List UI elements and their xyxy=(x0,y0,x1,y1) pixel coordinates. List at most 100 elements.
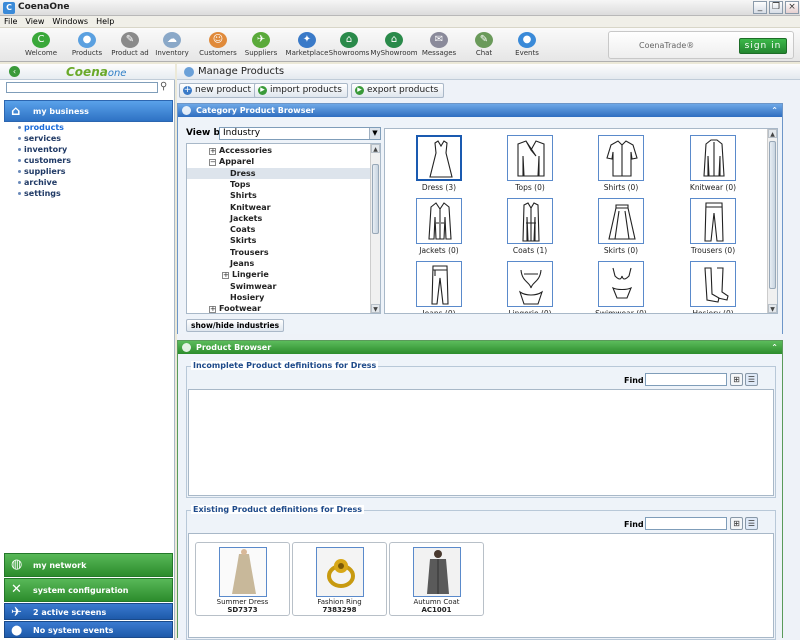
skirt-icon xyxy=(598,198,644,244)
category-tile-hosiery[interactable]: Hosiery (0) xyxy=(673,261,753,313)
category-tile-jeans[interactable]: Jeans (0) xyxy=(399,261,479,313)
tree-item-shirts[interactable]: Shirts xyxy=(187,190,257,201)
tree-item-tops[interactable]: Tops xyxy=(187,179,250,190)
search-icon[interactable]: ⚲ xyxy=(160,81,167,92)
chevron-down-icon: ▼ xyxy=(369,128,380,139)
product-card[interactable]: Autumn Coat AC1001 xyxy=(389,542,484,616)
category-tile-coat[interactable]: Coats (1) xyxy=(490,198,570,262)
nav-services[interactable]: services xyxy=(18,133,71,144)
tree-item-coats[interactable]: Coats xyxy=(187,224,255,235)
category-tile-dress[interactable]: Dress (3) xyxy=(399,135,479,199)
tree-expand-icon[interactable]: + xyxy=(209,148,216,155)
menu-file[interactable]: File xyxy=(0,16,21,27)
nav-archive[interactable]: archive xyxy=(18,177,71,188)
inventory-icon: ☁ xyxy=(163,32,181,48)
tree-item-hosiery[interactable]: Hosiery xyxy=(187,292,264,303)
tree-item-skirts[interactable]: Skirts xyxy=(187,235,256,246)
tree-expand-icon[interactable]: − xyxy=(209,159,216,167)
show-hide-industries-button[interactable]: show/hide industries xyxy=(186,319,285,332)
tree-item-knitwear[interactable]: Knitwear xyxy=(187,202,271,213)
category-tile-swimwear[interactable]: Swimwear (0) xyxy=(581,261,661,313)
tree-item-dress[interactable]: Dress xyxy=(187,167,370,179)
tree-scroll-thumb[interactable] xyxy=(372,164,379,234)
tree-expand-icon[interactable]: + xyxy=(209,306,216,313)
menu-windows[interactable]: Windows xyxy=(48,16,92,27)
section-my-network[interactable]: ◍ my network xyxy=(4,553,173,577)
product-card[interactable]: Fashion Ring 7383298 xyxy=(292,542,387,616)
collapse-icon[interactable]: ⌃ xyxy=(771,341,778,354)
category-tile-knitwear[interactable]: Knitwear (0) xyxy=(673,135,753,199)
category-tile-skirt[interactable]: Skirts (0) xyxy=(581,198,661,262)
tree-expand-icon[interactable]: + xyxy=(222,272,229,280)
find-label: Find xyxy=(624,376,644,385)
sign-in-button[interactable]: sign in xyxy=(739,38,787,54)
close-button[interactable]: × xyxy=(785,1,799,14)
nav-settings[interactable]: settings xyxy=(18,188,71,199)
myshowroom-icon: ⌂ xyxy=(385,32,403,48)
product-code: SD7373 xyxy=(227,606,258,614)
tree-item-trousers[interactable]: Trousers xyxy=(187,247,269,258)
scroll-up-arrow[interactable]: ▲ xyxy=(371,144,380,153)
list-view-icon[interactable]: ☰ xyxy=(745,373,758,386)
grid-view-icon[interactable]: ⊞ xyxy=(730,517,743,530)
business-nav: products services inventory customers su… xyxy=(18,122,71,199)
product-browser: Product Browser ⌃ Incomplete Product def… xyxy=(177,340,783,640)
toolbar-welcome-button[interactable]: C Welcome xyxy=(16,28,66,62)
grid-scrollbar[interactable]: ▲ ▼ xyxy=(767,129,777,313)
import-icon: ▸ xyxy=(258,86,267,95)
grid-scroll-down-arrow[interactable]: ▼ xyxy=(768,304,777,313)
autumn-coat-photo xyxy=(412,547,461,597)
new-product-button[interactable]: + new product xyxy=(179,83,258,98)
view-by-select[interactable]: Industry ▼ xyxy=(219,127,381,140)
nav-customers[interactable]: customers xyxy=(18,155,71,166)
tools-icon: ✕ xyxy=(11,582,22,597)
collapse-icon[interactable]: ⌃ xyxy=(771,104,778,117)
import-products-button[interactable]: ▸ import products xyxy=(254,83,348,98)
tree-item-swimwear[interactable]: Swimwear xyxy=(187,281,276,292)
grid-view-icon[interactable]: ⊞ xyxy=(730,373,743,386)
active-screens-bar[interactable]: ✈ 2 active screens xyxy=(4,603,173,620)
menu-help[interactable]: Help xyxy=(92,16,118,27)
tree-item-footwear[interactable]: + Footwear xyxy=(187,303,261,313)
category-tile-trousers[interactable]: Trousers (0) xyxy=(673,198,753,262)
product-card[interactable]: Summer Dress SD7373 xyxy=(195,542,290,616)
hosiery-icon xyxy=(690,261,736,307)
tree-item-jeans[interactable]: Jeans xyxy=(187,258,254,269)
list-view-icon[interactable]: ☰ xyxy=(745,517,758,530)
back-arrow-icon[interactable]: ‹ xyxy=(9,66,20,77)
grid-scroll-thumb[interactable] xyxy=(769,141,776,289)
nav-suppliers[interactable]: suppliers xyxy=(18,166,71,177)
toolbar-messages-button[interactable]: ✉ Messages xyxy=(414,28,464,62)
sidebar-search-input[interactable] xyxy=(6,82,158,93)
toolbar-events-button[interactable]: ● Events xyxy=(502,28,552,62)
export-icon: ▸ xyxy=(355,86,364,95)
nav-products[interactable]: products xyxy=(18,122,71,133)
product-browser-body: Incomplete Product definitions for Dress… xyxy=(178,354,782,640)
scroll-down-arrow[interactable]: ▼ xyxy=(371,304,380,313)
category-tile-shirt[interactable]: Shirts (0) xyxy=(581,135,661,199)
section-my-business[interactable]: ⌂ my business xyxy=(4,100,173,122)
nav-inventory[interactable]: inventory xyxy=(18,144,71,155)
category-tile-lingerie[interactable]: Lingerie (0) xyxy=(490,261,570,313)
toolbar-showrooms-button[interactable]: ⌂ Showrooms xyxy=(324,28,374,62)
tree-item-accessories[interactable]: + Accessories xyxy=(187,145,272,156)
minimize-button[interactable]: _ xyxy=(753,1,767,14)
find-input-incomplete[interactable] xyxy=(645,373,727,386)
maximize-button[interactable]: ❐ xyxy=(769,1,783,14)
system-events-bar[interactable]: ● No system events xyxy=(4,621,173,638)
toolbar-inventory-button[interactable]: ☁ Inventory xyxy=(147,28,197,62)
tree-item-lingerie[interactable]: + Lingerie xyxy=(187,269,269,280)
tree-scrollbar[interactable]: ▲ ▼ xyxy=(370,144,380,313)
export-products-button[interactable]: ▸ export products xyxy=(351,83,445,98)
find-input-existing[interactable] xyxy=(645,517,727,530)
grid-scroll-up-arrow[interactable]: ▲ xyxy=(768,129,777,138)
section-system-configuration[interactable]: ✕ system configuration xyxy=(4,578,173,602)
category-tile-jacket[interactable]: Jackets (0) xyxy=(399,198,479,262)
tree-item-jackets[interactable]: Jackets xyxy=(187,213,262,224)
toolbar-suppliers-button[interactable]: ✈ Suppliers xyxy=(236,28,286,62)
menu-view[interactable]: View xyxy=(21,16,48,27)
toolbar-myshowroom-button[interactable]: ⌂ MyShowroom xyxy=(369,28,419,62)
coenatrade-label: CoenaTrade® xyxy=(639,41,695,50)
category-tile-top[interactable]: Tops (0) xyxy=(490,135,570,199)
tree-item-apparel[interactable]: − Apparel xyxy=(187,156,254,167)
